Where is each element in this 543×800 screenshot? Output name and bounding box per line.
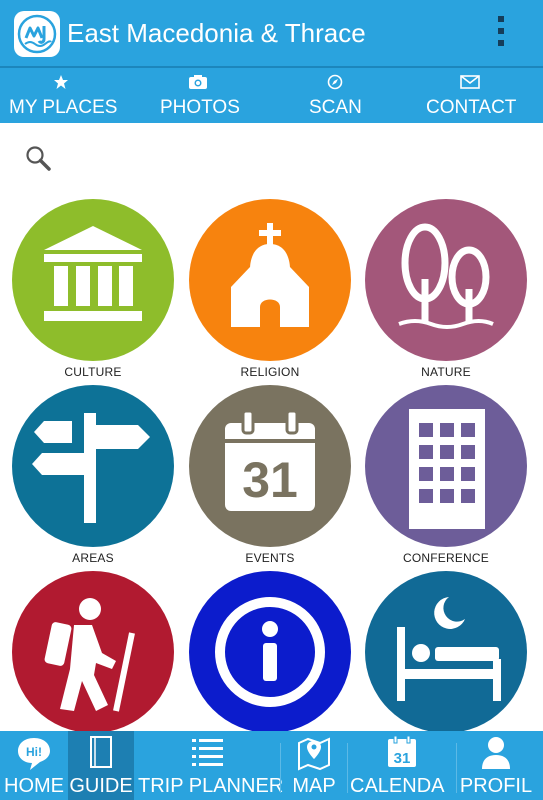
category-culture-circle — [12, 199, 174, 361]
category-conference[interactable]: CONFERENCE — [363, 385, 529, 565]
calendar-day-text: 31 — [394, 750, 411, 767]
nav-profile-label: PROFIL — [459, 775, 533, 797]
category-nature-label: NATURE — [421, 365, 471, 379]
tab-photos[interactable]: PHOTOS — [160, 68, 240, 123]
app-bar: East Macedonia & Thrace — [0, 0, 543, 66]
search-icon[interactable] — [24, 144, 52, 172]
nav-guide-label: GUIDE — [69, 775, 133, 797]
bottom-nav: Hi! HOME GUIDE TRIP PLANNER MAP 31 CALEN… — [0, 731, 543, 800]
hiker-icon — [44, 598, 135, 712]
temple-icon — [44, 226, 142, 321]
nav-profile[interactable]: PROFIL — [458, 731, 534, 800]
building-icon — [409, 409, 485, 529]
calendar-icon: 31 — [225, 409, 315, 511]
info-icon — [215, 597, 325, 707]
nav-calendar[interactable]: 31 CALENDA — [350, 731, 444, 800]
category-areas-label: AREAS — [72, 551, 114, 565]
category-hiking[interactable] — [10, 571, 176, 751]
nav-trip-planner[interactable]: TRIP PLANNER — [138, 731, 284, 800]
category-areas[interactable]: AREAS — [10, 385, 176, 565]
category-nature-circle — [365, 199, 527, 361]
category-religion-circle — [189, 199, 351, 361]
category-culture-label: CULTURE — [64, 365, 122, 379]
nav-divider — [280, 743, 281, 793]
nav-home-label: HOME — [4, 775, 64, 797]
app-title: East Macedonia & Thrace — [67, 18, 366, 48]
calendar-icon: 31 — [388, 735, 416, 767]
category-conference-label: CONFERENCE — [402, 551, 489, 565]
category-info-circle — [189, 571, 351, 733]
category-events[interactable]: 31 EVENTS — [187, 385, 353, 565]
hi-bubble-icon: Hi! — [18, 738, 50, 770]
nav-guide[interactable]: GUIDE — [68, 731, 134, 800]
category-events-label: EVENTS — [245, 551, 295, 565]
compass-icon — [327, 74, 343, 90]
bed-icon — [397, 597, 501, 701]
category-accommodation[interactable] — [363, 571, 529, 751]
overflow-menu-icon[interactable] — [494, 16, 508, 50]
tab-contact[interactable]: CONTACT — [426, 68, 526, 123]
signpost-icon — [32, 413, 150, 523]
trees-icon — [398, 223, 494, 329]
category-conference-circle — [365, 385, 527, 547]
tab-photos-label: PHOTOS — [160, 97, 240, 118]
envelope-icon — [460, 75, 480, 89]
category-culture[interactable]: CULTURE — [10, 199, 176, 379]
camera-icon — [189, 75, 207, 89]
category-events-circle: 31 — [189, 385, 351, 547]
tab-contact-label: CONTACT — [426, 97, 517, 118]
calendar-day-text: 31 — [242, 452, 298, 508]
nav-divider — [456, 743, 457, 793]
person-icon — [482, 737, 510, 769]
star-icon — [54, 75, 68, 89]
top-nav: MY PLACES PHOTOS SCAN CONTACT — [0, 66, 543, 123]
category-areas-circle — [12, 385, 174, 547]
nav-calendar-label: CALENDA — [350, 775, 445, 797]
mt-logo-icon[interactable] — [14, 11, 60, 57]
tab-scan-label: SCAN — [309, 97, 362, 118]
nav-trip-planner-label: TRIP PLANNER — [138, 775, 284, 797]
tab-my-places[interactable]: MY PLACES — [9, 68, 119, 123]
category-religion[interactable]: RELIGION — [187, 199, 353, 379]
list-icon — [192, 739, 223, 766]
map-pin-icon — [298, 737, 330, 771]
category-info[interactable] — [187, 571, 353, 751]
nav-home[interactable]: Hi! HOME — [0, 731, 68, 800]
category-nature[interactable]: NATURE — [363, 199, 529, 379]
nav-map[interactable]: MAP — [283, 731, 345, 800]
nav-map-label: MAP — [292, 775, 336, 797]
tab-scan[interactable]: SCAN — [309, 68, 369, 123]
category-religion-label: RELIGION — [240, 365, 300, 379]
category-accommodation-circle — [365, 571, 527, 733]
tab-my-places-label: MY PLACES — [9, 97, 118, 118]
church-icon — [231, 223, 309, 327]
category-hiking-circle — [12, 571, 174, 733]
hi-bubble-text: Hi! — [26, 745, 42, 759]
book-icon — [90, 736, 112, 768]
nav-divider — [347, 743, 348, 793]
